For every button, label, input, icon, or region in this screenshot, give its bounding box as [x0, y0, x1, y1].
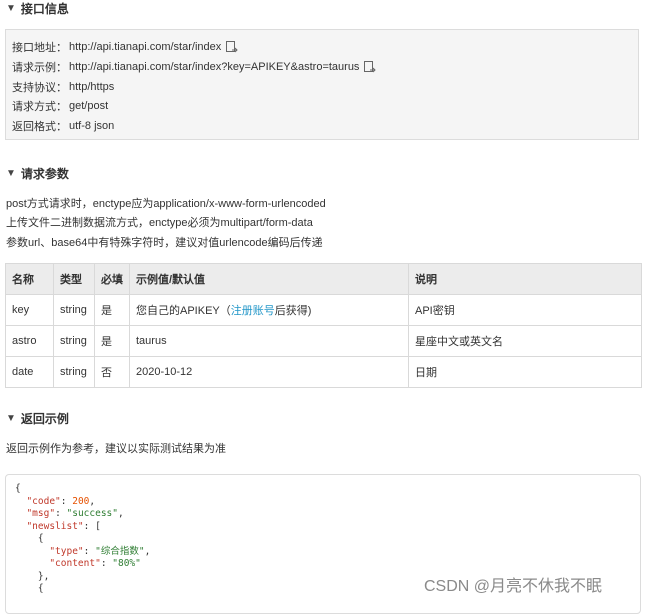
section-title-interface: ▼ 接口信息: [6, 0, 69, 17]
code-key: "content": [49, 558, 101, 569]
code-key: "type": [49, 545, 84, 557]
col-header-desc: 说明: [408, 263, 642, 295]
code-string: "success": [66, 508, 118, 519]
example-text: 您自己的APIKEY（: [136, 305, 231, 317]
cell-required: 否: [94, 356, 130, 388]
code-number: 200: [72, 495, 90, 507]
cell-type: string: [53, 356, 95, 388]
info-row-url: 接口地址： http://api.tianapi.com/star/index: [12, 39, 238, 55]
code-key: "newslist": [26, 520, 84, 532]
cell-example: 2020-10-12: [129, 356, 409, 388]
info-row-protocol: 支持协议： http/https: [12, 79, 114, 95]
info-value: http://api.tianapi.com/star/index: [69, 41, 222, 53]
cell-type: string: [53, 294, 95, 326]
cell-example: 您自己的APIKEY（注册账号后获得): [129, 294, 409, 326]
info-label: 请求示例：: [12, 62, 67, 74]
copy-icon[interactable]: [364, 61, 377, 73]
col-header-required: 必填: [94, 263, 130, 295]
code-string: "综合指数": [95, 545, 145, 557]
info-value: http/https: [69, 81, 115, 93]
response-note: 返回示例作为参考，建议以实际测试结果为准: [6, 443, 226, 455]
cell-desc: 日期: [408, 356, 642, 388]
info-row-method: 请求方式： get/post: [12, 98, 108, 114]
param-note: 上传文件二进制数据流方式，enctype必须为multipart/form-da…: [6, 217, 313, 229]
table-row: date string 否 2020-10-12 日期: [5, 356, 642, 388]
cell-desc: API密钥: [408, 294, 642, 326]
col-header-example: 示例值/默认值: [129, 263, 409, 295]
section-title-label: 请求参数: [20, 167, 69, 181]
info-label: 返回格式：: [12, 121, 67, 133]
cell-type: string: [53, 325, 95, 357]
cell-example: taurus: [129, 325, 409, 357]
col-header-type: 类型: [53, 263, 95, 295]
params-table: 名称 类型 必填 示例值/默认值 说明 key string 是 您自己的API…: [5, 263, 642, 388]
cell-name: date: [5, 356, 54, 388]
cell-desc: 星座中文或英文名: [408, 325, 642, 357]
caret-down-icon: ▼: [6, 168, 16, 179]
code-key: "code": [26, 495, 61, 507]
table-row: astro string 是 taurus 星座中文或英文名: [5, 325, 642, 357]
info-label: 接口地址：: [12, 42, 67, 54]
info-label: 支持协议：: [12, 82, 67, 94]
interface-info-box: 接口地址： http://api.tianapi.com/star/index …: [5, 29, 639, 140]
example-text: 后获得): [274, 305, 312, 317]
code-string: "80%": [112, 558, 141, 569]
info-row-format: 返回格式： utf-8 json: [12, 118, 114, 134]
param-note: 参数url、base64中有特殊字符时，建议对值urlencode编码后传递: [6, 237, 323, 249]
code-key: "msg": [26, 508, 56, 519]
info-row-example: 请求示例： http://api.tianapi.com/star/index?…: [12, 59, 377, 75]
section-title-label: 接口信息: [20, 2, 69, 16]
info-value: utf-8 json: [69, 120, 115, 132]
param-note: post方式请求时，enctype应为application/x-www-for…: [6, 198, 326, 210]
info-value: http://api.tianapi.com/star/index?key=AP…: [69, 61, 360, 73]
info-value: get/post: [69, 100, 109, 112]
table-row: key string 是 您自己的APIKEY（注册账号后获得) API密钥: [5, 294, 642, 326]
caret-down-icon: ▼: [6, 413, 16, 424]
info-label: 请求方式：: [12, 101, 67, 113]
cell-required: 是: [94, 294, 130, 326]
code-brace: {: [15, 483, 21, 494]
section-title-params: ▼ 请求参数: [6, 165, 69, 182]
section-title-label: 返回示例: [20, 412, 69, 426]
csdn-watermark: CSDN @月亮不休我不眠: [424, 578, 603, 595]
copy-icon[interactable]: [226, 41, 238, 53]
caret-down-icon: ▼: [6, 3, 16, 14]
cell-name: astro: [5, 325, 54, 357]
cell-name: key: [5, 294, 54, 326]
json-code: { "code": 200, "msg": "success", "newsli…: [15, 483, 151, 594]
col-header-name: 名称: [5, 263, 54, 295]
cell-required: 是: [94, 325, 130, 357]
table-header-row: 名称 类型 必填 示例值/默认值 说明: [5, 263, 642, 295]
register-account-link[interactable]: 注册账号: [231, 305, 275, 317]
section-title-response: ▼ 返回示例: [6, 410, 69, 427]
